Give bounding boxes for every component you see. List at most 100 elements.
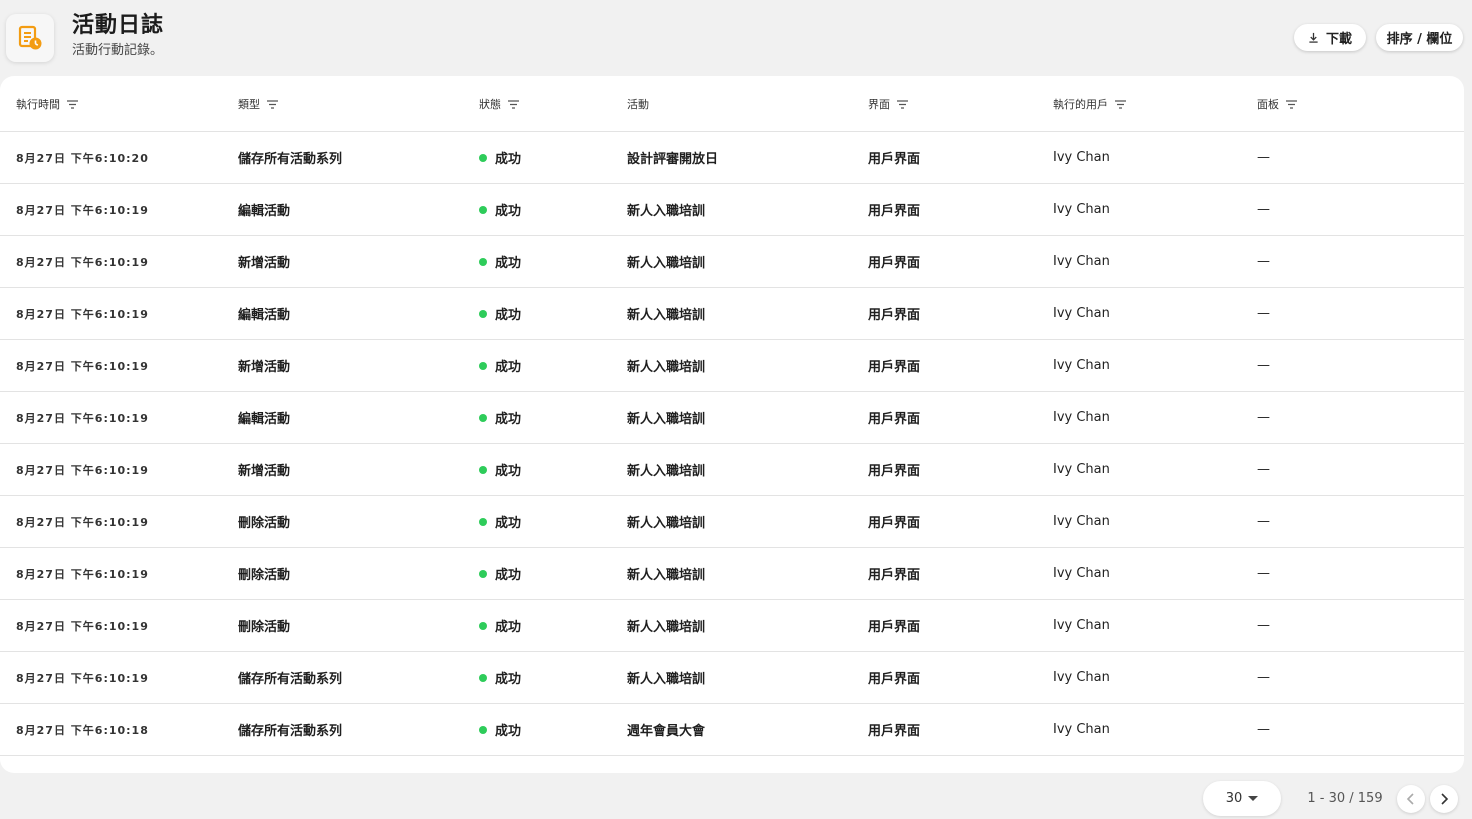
cell-type: 編輯活動 (238, 204, 291, 219)
cell-panel: — (1257, 670, 1270, 685)
filter-icon[interactable] (267, 99, 278, 109)
sort-columns-button[interactable]: 排序 / 欄位 (1376, 24, 1463, 51)
cell-panel: — (1257, 254, 1270, 269)
previous-page-button[interactable] (1397, 785, 1425, 813)
status-success-dot (479, 413, 487, 422)
cell-time: 8月27日 下午6:10:19 (16, 619, 149, 633)
cell-status: 成功 (479, 548, 521, 599)
cell-type: 儲存所有活動系列 (238, 672, 343, 687)
cell-type: 新增活動 (238, 464, 291, 479)
cell-time: 8月27日 下午6:10:19 (16, 255, 149, 269)
cell-user: Ivy Chan (1053, 618, 1110, 633)
chevron-right-icon (1441, 793, 1449, 805)
cell-panel: — (1257, 358, 1270, 373)
cell-status: 成功 (479, 236, 521, 287)
cell-panel: — (1257, 618, 1270, 633)
status-success-dot (479, 725, 487, 734)
filter-icon[interactable] (897, 99, 908, 109)
column-header-type[interactable]: 類型 (238, 76, 278, 132)
cell-status: 成功 (479, 392, 521, 443)
table-row[interactable]: 8月27日 下午6:10:19 編輯活動 成功 新人入職培訓 用戶界面 Ivy … (0, 184, 1464, 236)
status-success-dot (479, 673, 487, 682)
cell-panel: — (1257, 202, 1270, 217)
column-header-panel[interactable]: 面板 (1257, 76, 1297, 132)
cell-activity: 新人入職培訓 (627, 464, 706, 479)
column-header-user[interactable]: 執行的用戶 (1053, 76, 1126, 132)
filter-icon[interactable] (1286, 99, 1297, 109)
table-body: 8月27日 下午6:10:20 儲存所有活動系列 成功 設計評審開放日 用戶界面… (0, 132, 1464, 756)
status-success-dot (479, 569, 487, 578)
chevron-left-icon (1406, 793, 1414, 805)
cell-interface: 用戶界面 (868, 672, 921, 687)
cell-interface: 用戶界面 (868, 308, 921, 323)
cell-activity: 新人入職培訓 (627, 204, 706, 219)
column-header-time[interactable]: 執行時間 (16, 76, 78, 132)
table-row[interactable]: 8月27日 下午6:10:20 儲存所有活動系列 成功 設計評審開放日 用戶界面… (0, 132, 1464, 184)
cell-status: 成功 (479, 444, 521, 495)
cell-status: 成功 (479, 184, 521, 235)
cell-activity: 新人入職培訓 (627, 308, 706, 323)
table-row[interactable]: 8月27日 下午6:10:19 刪除活動 成功 新人入職培訓 用戶界面 Ivy … (0, 548, 1464, 600)
cell-time: 8月27日 下午6:10:19 (16, 567, 149, 581)
filter-icon[interactable] (508, 99, 519, 109)
filter-icon[interactable] (67, 99, 78, 109)
next-page-button[interactable] (1430, 785, 1458, 813)
cell-interface: 用戶界面 (868, 256, 921, 271)
cell-activity: 新人入職培訓 (627, 360, 706, 375)
cell-time: 8月27日 下午6:10:19 (16, 411, 149, 425)
cell-panel: — (1257, 410, 1270, 425)
status-success-dot (479, 257, 487, 266)
table-row[interactable]: 8月27日 下午6:10:19 新增活動 成功 新人入職培訓 用戶界面 Ivy … (0, 444, 1464, 496)
cell-time: 8月27日 下午6:10:19 (16, 359, 149, 373)
cell-panel: — (1257, 462, 1270, 477)
pagination-range: 1 - 30 / 159 (1307, 791, 1383, 806)
cell-activity: 設計評審開放日 (627, 152, 719, 167)
status-success-dot (479, 309, 487, 318)
column-header-interface[interactable]: 界面 (868, 76, 908, 132)
cell-interface: 用戶界面 (868, 464, 921, 479)
cell-user: Ivy Chan (1053, 566, 1110, 581)
cell-user: Ivy Chan (1053, 670, 1110, 685)
cell-type: 刪除活動 (238, 620, 291, 635)
column-header-activity[interactable]: 活動 (627, 76, 649, 132)
status-success-dot (479, 517, 487, 526)
cell-user: Ivy Chan (1053, 410, 1110, 425)
cell-interface: 用戶界面 (868, 516, 921, 531)
activity-log-table: 執行時間 類型 狀態 活動 界面 執行的用戶 面板 8月27日 下午6:10:2… (0, 76, 1464, 773)
table-row[interactable]: 8月27日 下午6:10:19 編輯活動 成功 新人入職培訓 用戶界面 Ivy … (0, 392, 1464, 444)
cell-panel: — (1257, 150, 1270, 165)
status-success-dot (479, 621, 487, 630)
cell-type: 編輯活動 (238, 308, 291, 323)
table-row[interactable]: 8月27日 下午6:10:19 新增活動 成功 新人入職培訓 用戶界面 Ivy … (0, 236, 1464, 288)
cell-user: Ivy Chan (1053, 202, 1110, 217)
cell-type: 刪除活動 (238, 568, 291, 583)
caret-down-icon (1248, 796, 1259, 801)
cell-status: 成功 (479, 132, 521, 183)
table-row[interactable]: 8月27日 下午6:10:18 儲存所有活動系列 成功 週年會員大會 用戶界面 … (0, 704, 1464, 756)
cell-status: 成功 (479, 704, 521, 755)
page-size-select[interactable]: 30 (1203, 781, 1281, 816)
cell-type: 編輯活動 (238, 412, 291, 427)
cell-type: 儲存所有活動系列 (238, 152, 343, 167)
cell-interface: 用戶界面 (868, 568, 921, 583)
cell-user: Ivy Chan (1053, 150, 1110, 165)
cell-activity: 新人入職培訓 (627, 516, 706, 531)
table-row[interactable]: 8月27日 下午6:10:19 刪除活動 成功 新人入職培訓 用戶界面 Ivy … (0, 496, 1464, 548)
table-row[interactable]: 8月27日 下午6:10:19 新增活動 成功 新人入職培訓 用戶界面 Ivy … (0, 340, 1464, 392)
cell-activity: 新人入職培訓 (627, 568, 706, 583)
cell-user: Ivy Chan (1053, 358, 1110, 373)
cell-interface: 用戶界面 (868, 724, 921, 739)
table-row[interactable]: 8月27日 下午6:10:19 編輯活動 成功 新人入職培訓 用戶界面 Ivy … (0, 288, 1464, 340)
cell-type: 新增活動 (238, 360, 291, 375)
cell-status: 成功 (479, 652, 521, 703)
download-button[interactable]: 下載 (1294, 24, 1366, 51)
table-row[interactable]: 8月27日 下午6:10:19 刪除活動 成功 新人入職培訓 用戶界面 Ivy … (0, 600, 1464, 652)
page-header: 活動日誌 活動行動記錄。 下載 排序 / 欄位 (0, 0, 1472, 76)
filter-icon[interactable] (1115, 99, 1126, 109)
cell-panel: — (1257, 306, 1270, 321)
cell-time: 8月27日 下午6:10:20 (16, 151, 149, 165)
cell-user: Ivy Chan (1053, 514, 1110, 529)
cell-time: 8月27日 下午6:10:19 (16, 671, 149, 685)
column-header-status[interactable]: 狀態 (479, 76, 519, 132)
table-row[interactable]: 8月27日 下午6:10:19 儲存所有活動系列 成功 新人入職培訓 用戶界面 … (0, 652, 1464, 704)
